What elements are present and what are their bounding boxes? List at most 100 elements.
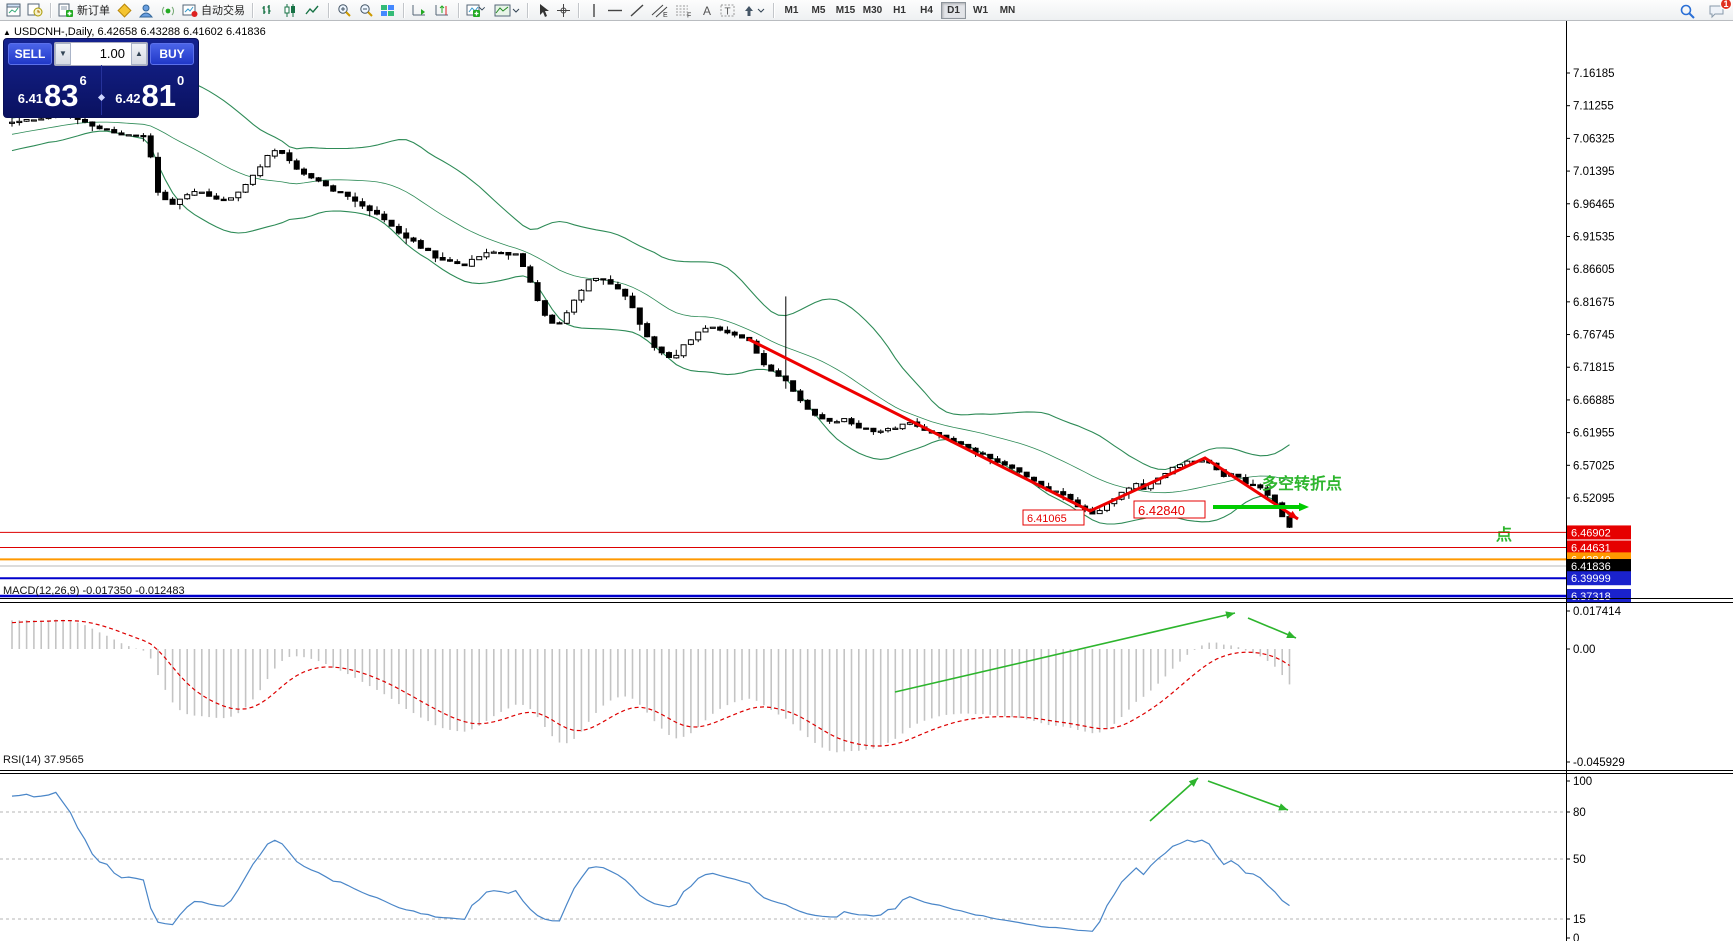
candle [97,125,102,130]
candle [842,418,847,422]
candle [309,173,314,179]
candle [630,293,635,308]
price-tick-label: 6.91535 [1573,231,1615,243]
candle [856,420,861,428]
arrows-dropdown[interactable] [739,1,769,20]
timeframe-button-H4[interactable]: H4 [914,2,939,19]
chart-shift-button[interactable] [431,1,454,20]
chat-icon[interactable]: 1 [1705,1,1729,20]
indicators-dropdown[interactable] [463,1,491,20]
chart-window-icon[interactable] [3,1,24,20]
candle [506,252,511,259]
timeframe-button-M5[interactable]: M5 [806,2,831,19]
price-tick-label: 6.57025 [1573,460,1615,472]
rsi-tick-label: 80 [1573,807,1586,819]
candle [17,118,22,126]
zoom-out-button[interactable] [355,1,377,20]
buy-price[interactable]: 6.42 81 0 [102,65,199,115]
candle [185,193,190,200]
volume-down-button[interactable]: ▼ [55,43,71,65]
chart-canvas[interactable]: 多空转折点点6.410656.428406.469026.446316.4284… [0,21,1733,941]
sell-button[interactable]: SELL [8,43,52,65]
rsi-trend-arrow-up [1150,778,1198,821]
volume-up-button[interactable]: ▲ [131,43,147,65]
equidistant-channel-button[interactable]: E [648,1,672,20]
trendline-button[interactable] [626,1,648,20]
candle [280,150,285,154]
annotation-text[interactable]: 点 [1496,525,1512,544]
green-support-arrow [1299,503,1309,511]
timeframe-button-W1[interactable]: W1 [968,2,993,19]
candle [338,192,343,193]
rsi-panel[interactable] [0,775,1566,931]
candle [886,427,891,432]
candle [294,159,299,170]
mql5-community-icon[interactable] [135,1,157,20]
timeframe-button-M1[interactable]: M1 [779,2,804,19]
candle-chart-button[interactable] [279,1,301,20]
sell-price[interactable]: 6.41 83 6 [4,65,101,115]
vertical-line-button[interactable] [583,1,604,20]
bollinger-middle-band [12,122,1290,493]
template-dropdown[interactable] [491,1,523,20]
chart-window-body: 多空转折点点6.410656.428406.469026.446316.4284… [0,21,1733,941]
timeframe-button-MN[interactable]: MN [995,2,1020,19]
candle [353,193,358,208]
candle [557,322,562,324]
tile-windows-button[interactable] [377,1,399,20]
candle [418,239,423,249]
rsi-indicator-label: RSI(14) 37.9565 [3,754,84,766]
price-tick-label: 7.16185 [1573,68,1615,80]
auto-scroll-button[interactable] [408,1,431,20]
signals-icon[interactable] [157,1,179,20]
macd-panel[interactable] [12,609,1297,752]
rsi-tick-label: 100 [1573,776,1592,788]
svg-text:F: F [687,12,691,18]
profiles-icon[interactable] [24,1,46,20]
metaeditor-icon[interactable] [113,1,135,20]
autotrading-button[interactable]: 自动交易 [179,1,248,20]
candle [199,192,204,193]
buy-button[interactable]: BUY [150,43,194,65]
main-chart-panel[interactable]: 多空转折点点6.410656.42840 [10,81,1513,544]
timeframe-button-M15[interactable]: M15 [833,2,858,19]
volume-input[interactable]: 1.00 [71,43,131,65]
candle [389,220,394,226]
candle [761,350,766,367]
timeframe-button-M30[interactable]: M30 [860,2,885,19]
price-tick-label: 7.11255 [1573,101,1614,113]
candle [360,198,365,209]
annotation-text[interactable]: 多空转折点 [1262,474,1342,493]
candle [323,180,328,187]
search-icon[interactable] [1676,1,1699,20]
horizontal-line-button[interactable] [604,1,626,20]
autotrading-label: 自动交易 [201,2,245,18]
sell-price-sup: 6 [80,73,87,88]
timeframe-button-D1[interactable]: D1 [941,2,966,19]
candle [521,253,526,267]
text-label-button[interactable]: T [717,1,739,20]
candle [469,255,474,267]
fibonacci-button[interactable]: F [672,1,696,20]
price-tick-label: 6.86605 [1573,264,1615,276]
toolbar: 新订单 自动交易 E F A T M1M5M [0,0,1733,21]
candle [499,251,504,253]
symbol-ohlc-text: USDCNH-,Daily, 6.42658 6.43288 6.41602 6… [14,26,266,38]
candle [1251,480,1256,486]
candle [265,155,270,167]
timeframe-button-H1[interactable]: H1 [887,2,912,19]
new-order-button[interactable]: 新订单 [55,1,113,20]
crosshair-button[interactable] [553,1,574,20]
macd-tick-label: 0.00 [1573,644,1595,656]
candle [1097,509,1102,514]
candle [367,205,372,217]
zoom-in-button[interactable] [333,1,355,20]
candle [586,280,591,291]
text-button[interactable]: A [696,1,717,20]
cursor-button[interactable] [532,1,553,20]
candle [608,275,613,284]
line-chart-button[interactable] [301,1,324,20]
bar-chart-button[interactable] [257,1,279,20]
svg-text:E: E [663,12,668,18]
volume-control: ▼ 1.00 ▲ [54,42,148,66]
